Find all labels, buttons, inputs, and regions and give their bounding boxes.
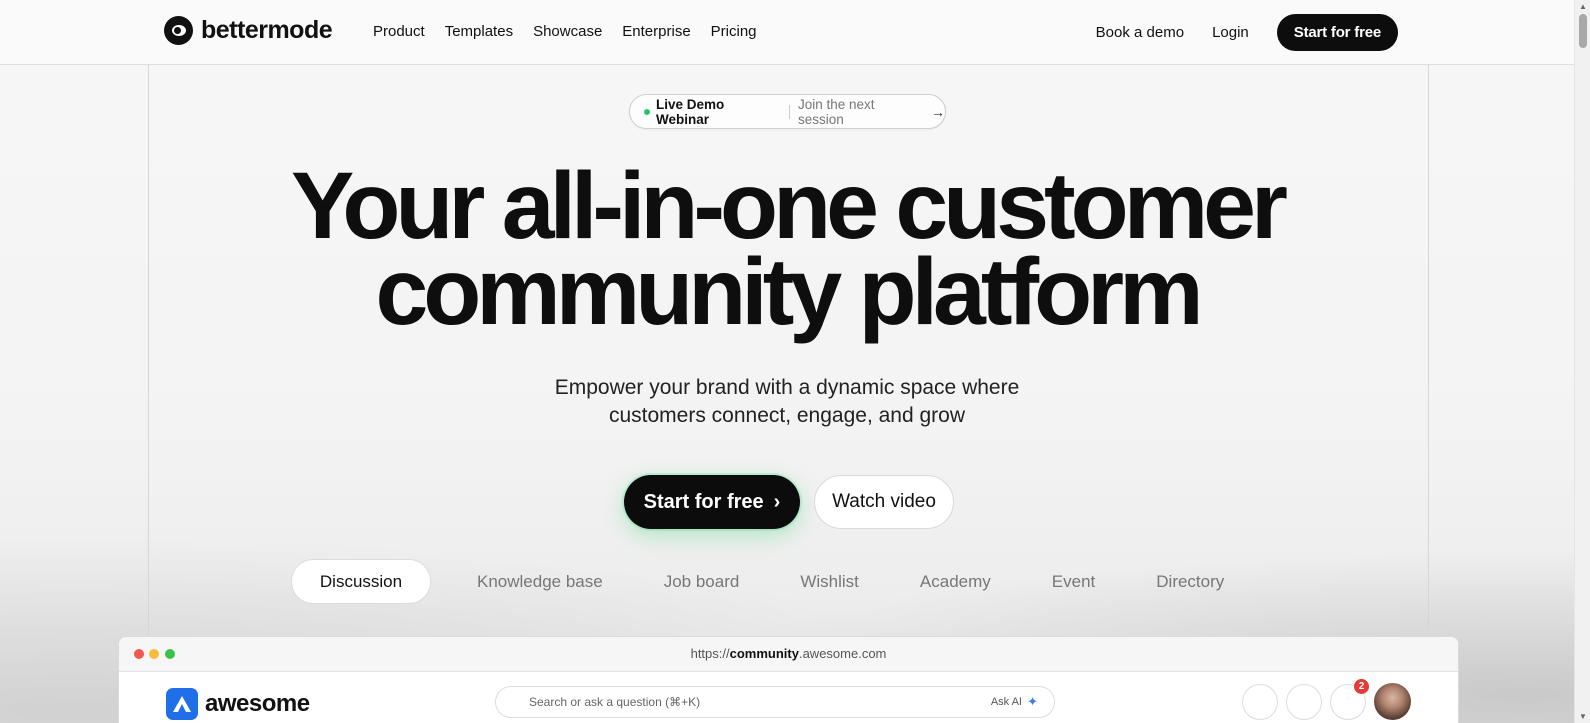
scroll-up-icon[interactable]: ▲ [1579, 2, 1587, 11]
search-placeholder: Search or ask a question (⌘+K) [529, 695, 701, 709]
page: bettermode Product Templates Showcase En… [0, 0, 1574, 723]
sparkle-icon: ✦ [1027, 694, 1038, 709]
start-free-label: Start for free [643, 490, 764, 513]
hero-subtitle-line-2: customers connect, engage, and grow [608, 404, 966, 427]
hero-cta-row: Start for free › Watch video [624, 475, 954, 529]
webinar-label: Live Demo Webinar [656, 96, 725, 127]
main-nav: Product Templates Showcase Enterprise Pr… [373, 23, 757, 40]
nav-showcase[interactable]: Showcase [533, 23, 602, 40]
logo-text: bettermode [201, 16, 333, 44]
site-header: bettermode Product Templates Showcase En… [0, 0, 1574, 65]
bettermode-logo-icon [164, 16, 193, 45]
chevron-right-icon: › [773, 490, 781, 513]
tab-wishlist[interactable]: Wishlist [800, 562, 859, 602]
bettermode-logo[interactable]: bettermode [164, 16, 333, 45]
scroll-thumb[interactable] [1579, 14, 1587, 48]
hero-title: Your all-in-one customer community platf… [0, 153, 1574, 345]
tab-knowledge-base[interactable]: Knowledge base [477, 562, 603, 602]
webinar-announcement[interactable]: Live Demo Webinar Join the next session … [629, 94, 946, 129]
hero-title-line-2: community platform [375, 239, 1203, 345]
hero-subtitle: Empower your brand with a dynamic space … [0, 374, 1574, 430]
tab-academy[interactable]: Academy [920, 562, 991, 602]
webinar-cta-text: Join the next session [797, 96, 875, 127]
scroll-down-icon[interactable]: ▼ [1579, 712, 1587, 721]
app-icon-button-1[interactable] [1242, 684, 1278, 720]
url-subdomain: community [729, 646, 799, 661]
frame-line-right [1428, 0, 1429, 723]
tab-job-board[interactable]: Job board [664, 562, 740, 602]
browser-toolbar: https://community.awesome.com [119, 637, 1458, 672]
watch-video-button[interactable]: Watch video [814, 475, 954, 529]
browser-url: https://community.awesome.com [119, 646, 1458, 661]
awesome-logo: awesome [166, 688, 310, 720]
url-prefix: https:// [690, 646, 730, 661]
product-tabs: Discussion Knowledge base Job board Wish… [291, 559, 1224, 604]
avatar[interactable] [1374, 683, 1411, 720]
ask-ai-label[interactable]: Ask AI [991, 696, 1022, 708]
app-icon-button-2[interactable] [1286, 684, 1322, 720]
hero-subtitle-line-1: Empower your brand with a dynamic space … [554, 376, 1020, 399]
book-demo-link[interactable]: Book a demo [1096, 24, 1184, 41]
tab-discussion[interactable]: Discussion [291, 559, 431, 604]
nav-pricing[interactable]: Pricing [711, 23, 757, 40]
awesome-logo-icon [166, 688, 198, 720]
arrow-right-icon: → [931, 103, 945, 120]
nav-enterprise[interactable]: Enterprise [622, 23, 690, 40]
app-search-input[interactable]: Search or ask a question (⌘+K) Ask AI ✦ [495, 686, 1055, 718]
live-dot-icon [644, 108, 650, 115]
notification-badge: 2 [1354, 679, 1369, 694]
scrollbar[interactable]: ▲ ▼ [1574, 0, 1590, 723]
login-link[interactable]: Login [1212, 24, 1249, 41]
hero-title-line-1: Your all-in-one customer [291, 153, 1288, 259]
nav-product[interactable]: Product [373, 23, 425, 40]
awesome-logo-text: awesome [205, 690, 310, 717]
divider [788, 104, 790, 119]
header-actions: Book a demo Login Start for free [1096, 14, 1398, 51]
header-start-free-button[interactable]: Start for free [1276, 14, 1398, 51]
nav-templates[interactable]: Templates [445, 23, 513, 40]
frame-line-left [148, 0, 149, 723]
start-free-button[interactable]: Start for free › [624, 475, 800, 529]
tab-event[interactable]: Event [1052, 562, 1095, 602]
url-domain: .awesome.com [798, 646, 887, 661]
tab-directory[interactable]: Directory [1156, 562, 1224, 602]
